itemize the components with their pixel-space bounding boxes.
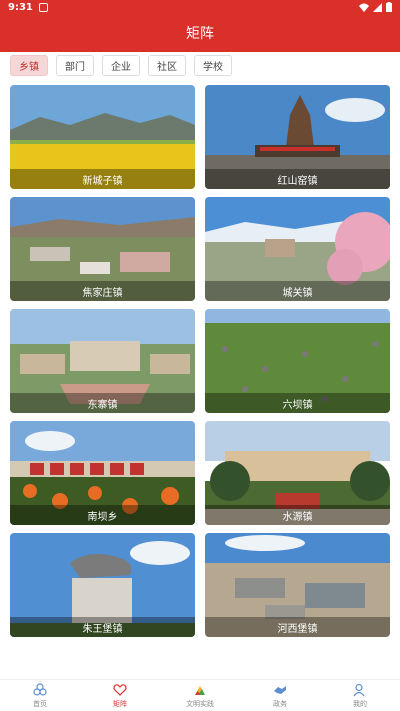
town-grid: 新城子镇 红山窑镇 焦家庄镇 城关镇 东寨镇 六坝镇 南坝乡 水源镇 朱王堡镇 … — [10, 85, 390, 637]
town-card-label: 水源镇 — [205, 505, 390, 525]
signal-icon — [373, 2, 382, 12]
nav-matrix[interactable]: 矩阵 — [90, 680, 150, 711]
town-card-label: 六坝镇 — [205, 393, 390, 413]
battery-icon — [386, 2, 392, 12]
town-card[interactable]: 六坝镇 — [205, 309, 390, 413]
town-card[interactable]: 河西堡镇 — [205, 533, 390, 637]
town-card[interactable]: 水源镇 — [205, 421, 390, 525]
status-bar: 9:31 — [0, 0, 400, 14]
app-header: 矩阵 — [0, 14, 400, 52]
tab-community[interactable]: 社区 — [148, 54, 186, 76]
nav-government-label: 政务 — [273, 699, 287, 708]
town-card-label: 新城子镇 — [10, 169, 195, 189]
nav-government[interactable]: 政务 — [250, 680, 310, 711]
town-card[interactable]: 城关镇 — [205, 197, 390, 301]
town-card-label: 城关镇 — [205, 281, 390, 301]
town-card-label: 焦家庄镇 — [10, 281, 195, 301]
bottom-nav: 首页 矩阵 文明实践 政务 我的 — [0, 679, 400, 711]
nav-practice[interactable]: 文明实践 — [170, 680, 230, 711]
home-icon — [33, 682, 47, 697]
handshake-icon — [273, 683, 287, 697]
matrix-icon — [113, 683, 127, 697]
town-card-label: 河西堡镇 — [205, 617, 390, 637]
town-card[interactable]: 东寨镇 — [10, 309, 195, 413]
notification-icon — [38, 2, 48, 12]
town-card-label: 南坝乡 — [10, 505, 195, 525]
tab-township[interactable]: 乡镇 — [10, 54, 48, 76]
page-title: 矩阵 — [186, 26, 214, 42]
town-card-label: 红山窑镇 — [205, 169, 390, 189]
wifi-icon — [359, 3, 369, 12]
tab-school[interactable]: 学校 — [194, 54, 232, 76]
nav-home[interactable]: 首页 — [10, 680, 70, 711]
category-tabs: 乡镇 部门 企业 社区 学校 — [0, 52, 400, 78]
nav-practice-label: 文明实践 — [186, 699, 214, 708]
status-time: 9:31 — [8, 1, 33, 13]
user-icon — [353, 683, 367, 697]
nav-mine[interactable]: 我的 — [330, 680, 390, 711]
town-card[interactable]: 南坝乡 — [10, 421, 195, 525]
status-icons — [359, 2, 392, 12]
tab-department[interactable]: 部门 — [56, 54, 94, 76]
nav-matrix-label: 矩阵 — [113, 699, 127, 708]
nav-home-label: 首页 — [33, 699, 47, 708]
town-card-label: 东寨镇 — [10, 393, 195, 413]
town-card[interactable]: 红山窑镇 — [205, 85, 390, 189]
tab-enterprise[interactable]: 企业 — [102, 54, 140, 76]
town-card[interactable]: 新城子镇 — [10, 85, 195, 189]
nav-mine-label: 我的 — [353, 699, 367, 708]
town-card[interactable]: 焦家庄镇 — [10, 197, 195, 301]
town-card-label: 朱王堡镇 — [10, 617, 195, 637]
town-card[interactable]: 朱王堡镇 — [10, 533, 195, 637]
practice-icon — [193, 683, 207, 697]
